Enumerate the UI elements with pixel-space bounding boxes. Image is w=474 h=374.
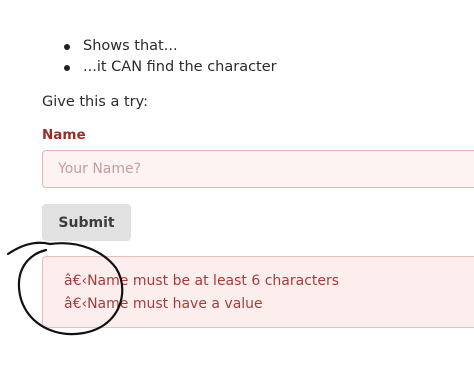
- error-message: â€‹Name must have a value: [64, 296, 263, 312]
- name-label: Name: [42, 127, 86, 143]
- bullet-item: Shows that...: [62, 36, 277, 57]
- submit-button[interactable]: Submit: [42, 204, 131, 241]
- name-input[interactable]: [42, 150, 474, 188]
- intro-text: Give this a try:: [42, 94, 148, 110]
- error-message: â€‹Name must be at least 6 characters: [64, 273, 340, 289]
- bullet-list: Shows that... ...it CAN find the charact…: [62, 36, 277, 78]
- bullet-item: ...it CAN find the character: [62, 57, 277, 78]
- error-summary: â€‹Name must be at least 6 characters â€…: [42, 256, 474, 328]
